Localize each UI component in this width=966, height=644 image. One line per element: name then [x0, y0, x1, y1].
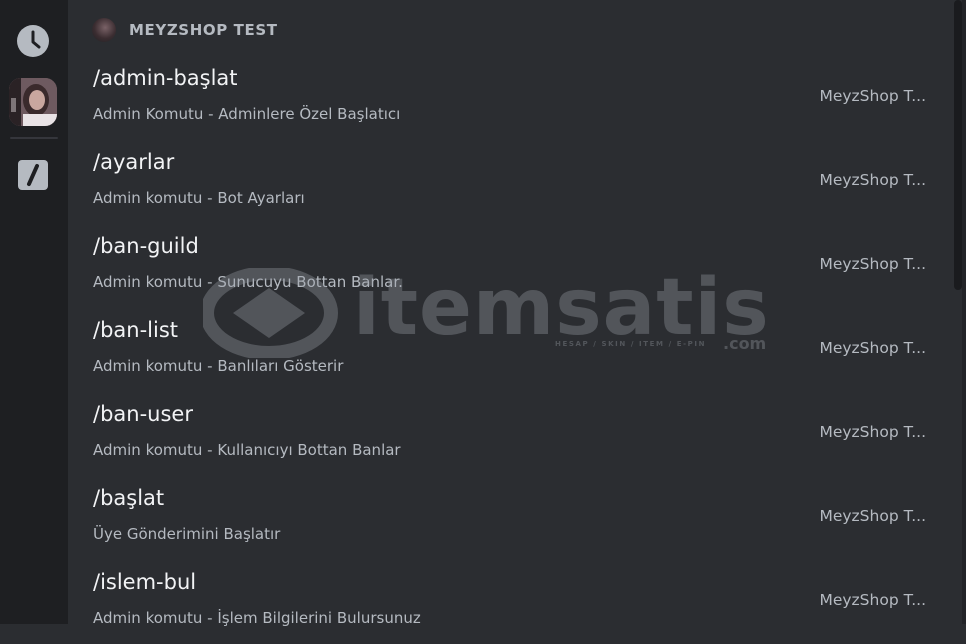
command-panel: MEYZSHOP TEST /admin-başlat Admin Komutu…: [68, 0, 956, 627]
command-description: Üye Gönderimini Başlatır: [93, 525, 281, 543]
command-list: /admin-başlat Admin Komutu - Adminlere Ö…: [68, 56, 956, 644]
scrollbar-thumb[interactable]: [954, 0, 962, 290]
command-source: MeyzShop T...: [819, 255, 926, 273]
command-description: Admin komutu - Bot Ayarları: [93, 189, 305, 207]
command-item[interactable]: /admin-başlat Admin Komutu - Adminlere Ö…: [68, 56, 956, 140]
command-name: /ayarlar: [93, 150, 175, 174]
command-item[interactable]: /ban-list Admin komutu - Banlıları Göste…: [68, 308, 956, 392]
command-name: /ban-guild: [93, 234, 199, 258]
command-description: Admin komutu - İşlem Bilgilerini Bulursu…: [93, 609, 421, 627]
command-name: /admin-başlat: [93, 66, 238, 90]
command-item[interactable]: /ayarlar Admin komutu - Bot Ayarları Mey…: [68, 140, 956, 224]
slash-command-icon: [18, 160, 48, 190]
section-header: MEYZSHOP TEST: [92, 17, 278, 43]
command-name: /ban-list: [93, 318, 179, 342]
command-name: /başlat: [93, 486, 165, 510]
recent-clock-button[interactable]: [16, 24, 50, 58]
command-description: Admin Komutu - Adminlere Özel Başlatıcı: [93, 105, 401, 123]
command-source: MeyzShop T...: [819, 423, 926, 441]
command-source: MeyzShop T...: [819, 591, 926, 609]
section-title: MEYZSHOP TEST: [129, 21, 278, 39]
command-source: MeyzShop T...: [819, 507, 926, 525]
panel-edge: [962, 0, 966, 624]
bot-avatar-button[interactable]: [9, 78, 57, 126]
command-item[interactable]: /islem-bul Admin komutu - İşlem Bilgiler…: [68, 560, 956, 644]
slash-commands-button[interactable]: [16, 158, 50, 192]
section-avatar: [92, 18, 116, 42]
avatar: [9, 78, 57, 126]
command-description: Admin komutu - Kullanıcıyı Bottan Banlar: [93, 441, 401, 459]
app-rail: [0, 0, 68, 624]
command-source: MeyzShop T...: [819, 171, 926, 189]
command-item[interactable]: /ban-guild Admin komutu - Sunucuyu Botta…: [68, 224, 956, 308]
command-source: MeyzShop T...: [819, 87, 926, 105]
command-source: MeyzShop T...: [819, 339, 926, 357]
command-name: /islem-bul: [93, 570, 197, 594]
command-name: /ban-user: [93, 402, 193, 426]
clock-icon: [17, 25, 49, 57]
rail-divider: [10, 137, 58, 139]
command-description: Admin komutu - Sunucuyu Bottan Banlar.: [93, 273, 403, 291]
command-description: Admin komutu - Banlıları Gösterir: [93, 357, 344, 375]
command-item[interactable]: /ban-user Admin komutu - Kullanıcıyı Bot…: [68, 392, 956, 476]
command-item[interactable]: /başlat Üye Gönderimini Başlatır MeyzSho…: [68, 476, 956, 560]
